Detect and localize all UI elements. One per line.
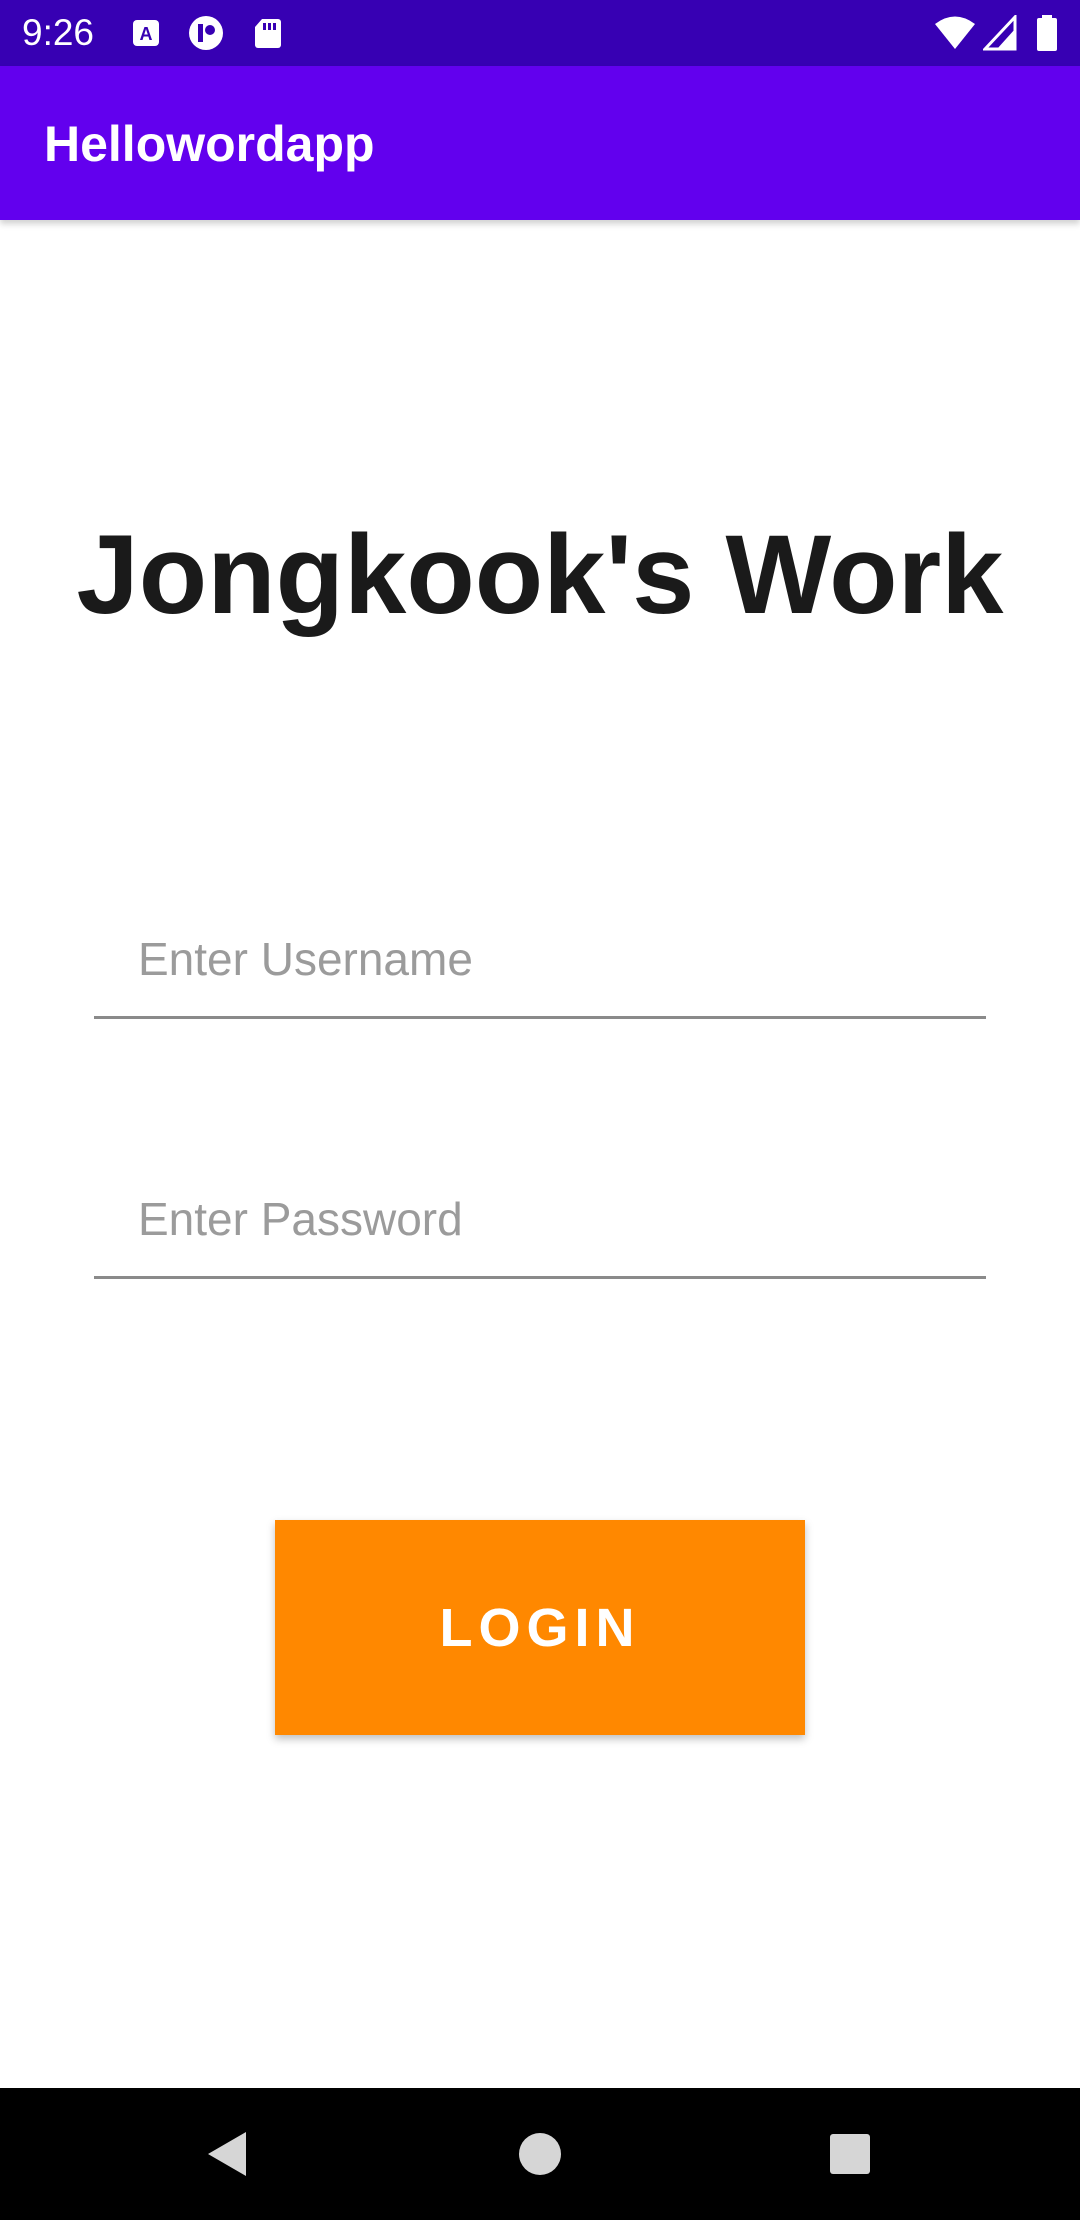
- username-field[interactable]: [94, 906, 986, 1019]
- password-field[interactable]: [94, 1166, 986, 1279]
- notification-app-icon: [189, 16, 223, 50]
- back-icon[interactable]: [196, 2124, 256, 2184]
- battery-icon: [1037, 15, 1057, 51]
- home-icon[interactable]: [510, 2124, 570, 2184]
- username-input[interactable]: [138, 924, 958, 994]
- svg-text:A: A: [140, 24, 153, 44]
- status-bar: 9:26 A: [0, 0, 1080, 66]
- sd-card-icon: [255, 19, 281, 48]
- recents-icon[interactable]: [820, 2124, 880, 2184]
- password-input[interactable]: [138, 1184, 958, 1254]
- app-bar: Hellowordapp: [0, 66, 1080, 220]
- navigation-bar: [0, 2088, 1080, 2220]
- screen: 9:26 A Hellowordapp Jongkook's Work Ente…: [0, 0, 1080, 2220]
- accessibility-icon: A: [133, 20, 159, 46]
- login-button[interactable]: LOGIN: [275, 1520, 805, 1735]
- wifi-icon: [935, 16, 975, 49]
- app-title: Hellowordapp: [44, 116, 375, 172]
- status-time: 9:26: [22, 12, 95, 53]
- page-heading: Jongkook's Work: [76, 512, 1004, 637]
- signal-icon: [983, 15, 1017, 51]
